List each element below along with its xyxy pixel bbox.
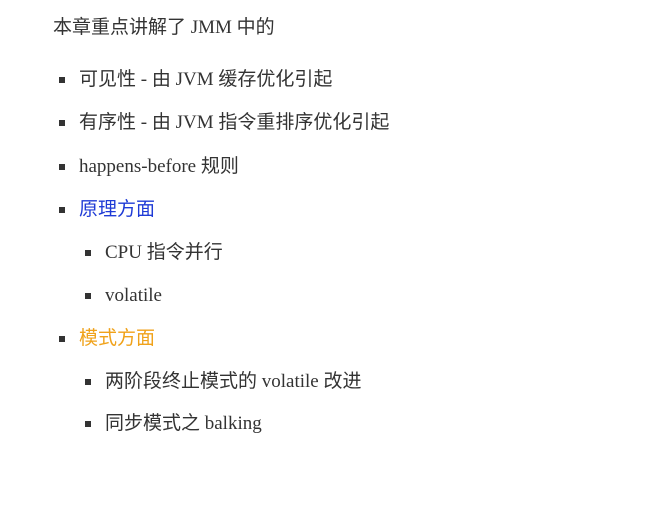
list-item-text: volatile (105, 285, 162, 306)
list-item-ordering: 有序性 - 由 JVM 指令重排序优化引起 (59, 109, 390, 137)
list-item-balking: 同步模式之 balking (85, 410, 262, 438)
list-item-text: 同步模式之 balking (105, 413, 262, 434)
document-body: 本章重点讲解了 JMM 中的 可见性 - 由 JVM 缓存优化引起 有序性 - … (0, 0, 671, 531)
list-item-two-phase-termination: 两阶段终止模式的 volatile 改进 (85, 368, 362, 396)
bullet-icon (59, 120, 65, 126)
list-item-text: 原理方面 (79, 199, 156, 220)
list-item-pattern-heading: 模式方面 (59, 325, 156, 353)
list-item-text: happens-before 规则 (79, 156, 239, 177)
list-item-volatile: volatile (85, 282, 162, 310)
bullet-icon (85, 293, 91, 299)
bullet-icon (59, 164, 65, 170)
bullet-icon (85, 421, 91, 427)
intro-text: 本章重点讲解了 JMM 中的 (53, 17, 275, 38)
list-item-text: 有序性 - 由 JVM 指令重排序优化引起 (79, 112, 390, 133)
bullet-icon (59, 77, 65, 83)
bullet-icon (85, 250, 91, 256)
list-item-happens-before: happens-before 规则 (59, 153, 239, 181)
list-item-principle-heading: 原理方面 (59, 196, 156, 224)
bullet-icon (85, 379, 91, 385)
list-item-visibility: 可见性 - 由 JVM 缓存优化引起 (59, 66, 333, 94)
list-item-text: CPU 指令并行 (105, 242, 223, 263)
list-item-cpu-instruction: CPU 指令并行 (85, 239, 223, 267)
bullet-icon (59, 207, 65, 213)
list-item-text: 两阶段终止模式的 volatile 改进 (105, 371, 362, 392)
bullet-icon (59, 336, 65, 342)
list-item-text: 模式方面 (79, 328, 156, 349)
list-item-text: 可见性 - 由 JVM 缓存优化引起 (79, 69, 333, 90)
